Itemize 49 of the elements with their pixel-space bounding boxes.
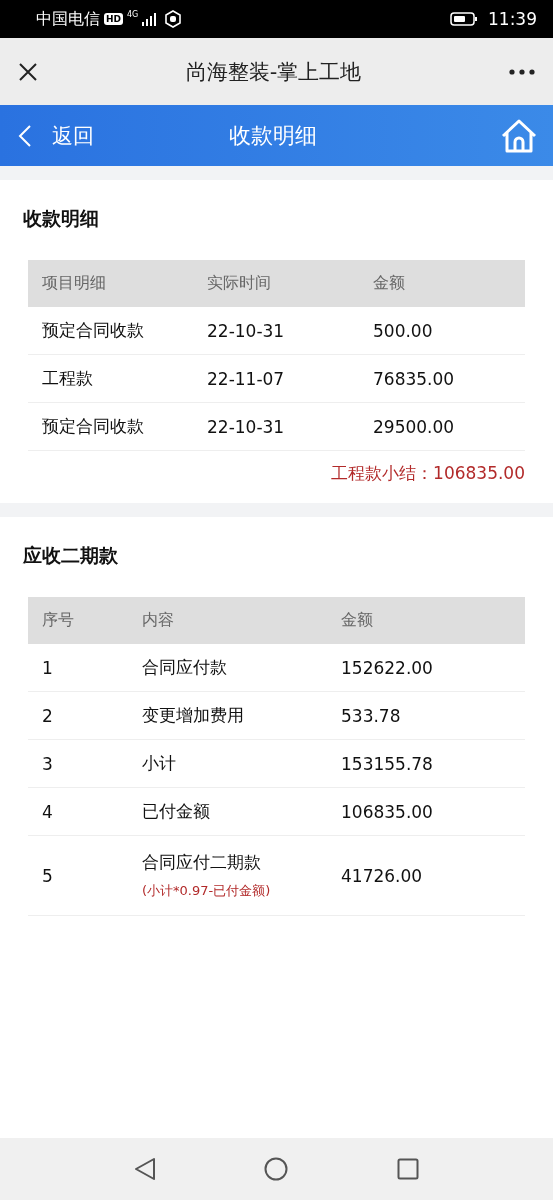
chevron-left-icon <box>18 123 32 148</box>
section-title: 应收二期款 <box>23 543 119 568</box>
table-cell-text: 533.78 <box>341 705 402 726</box>
table-cell-text: 合同应付二期款 <box>142 851 262 874</box>
window-title: 尚海整装-掌上工地 <box>184 58 363 86</box>
table-cell-text: 预定合同收款 <box>42 319 145 342</box>
home-nav-icon[interactable] <box>264 1157 289 1181</box>
table-cell-text: 152622.00 <box>341 657 434 678</box>
table-cell-text: 41726.00 <box>341 865 424 886</box>
table-cell-text: 预定合同收款 <box>42 415 145 438</box>
table-cell-text: 变更增加费用 <box>142 704 245 727</box>
table-cell-text: 已付金额 <box>142 800 211 823</box>
network-type: 4G <box>127 10 139 19</box>
table-cell-text: 153155.78 <box>341 753 434 774</box>
table-cell-text: 合同应付款 <box>142 656 228 679</box>
formula-note: (小计*0.97-已付金额) <box>142 882 272 900</box>
table-cell-text: 2 <box>42 705 54 726</box>
section-title: 收款明细 <box>23 206 100 231</box>
table-cell-text: 工程款 <box>42 367 94 390</box>
column-header: 序号 <box>42 610 75 631</box>
table-cell-text: 1 <box>42 657 54 678</box>
hd-badge: HD <box>104 13 123 25</box>
column-header: 内容 <box>142 610 175 631</box>
table-cell-text: 5 <box>42 865 54 886</box>
more-icon[interactable] <box>509 68 535 75</box>
carrier-name: 中国电信 <box>36 8 100 30</box>
table-cell-text: 小计 <box>142 752 177 775</box>
close-icon[interactable] <box>18 61 38 82</box>
column-header: 项目明细 <box>42 273 107 294</box>
back-nav-icon[interactable] <box>134 1157 157 1181</box>
page-title: 收款明细 <box>227 121 318 150</box>
column-header: 金额 <box>373 273 406 294</box>
recents-nav-icon[interactable] <box>396 1158 419 1180</box>
column-header: 实际时间 <box>207 273 272 294</box>
subtotal-text: 工程款小结：106835.00 <box>331 461 525 485</box>
battery-icon <box>450 11 478 27</box>
home-icon[interactable] <box>501 118 537 153</box>
table-cell-text: 22-10-31 <box>207 320 286 341</box>
table-cell-text: 4 <box>42 801 54 822</box>
column-header: 金额 <box>341 610 374 631</box>
table-cell-text: 29500.00 <box>373 416 456 437</box>
back-button[interactable]: 返回 <box>16 121 94 150</box>
table-cell-text: 22-11-07 <box>207 368 286 389</box>
table-cell-text: 500.00 <box>373 320 434 341</box>
table-cell-text: 106835.00 <box>341 801 434 822</box>
table-cell-text: 22-10-31 <box>207 416 286 437</box>
clock-time: 11:39 <box>488 9 537 29</box>
table-cell-text: 3 <box>42 753 54 774</box>
table-cell-text: 76835.00 <box>373 368 456 389</box>
